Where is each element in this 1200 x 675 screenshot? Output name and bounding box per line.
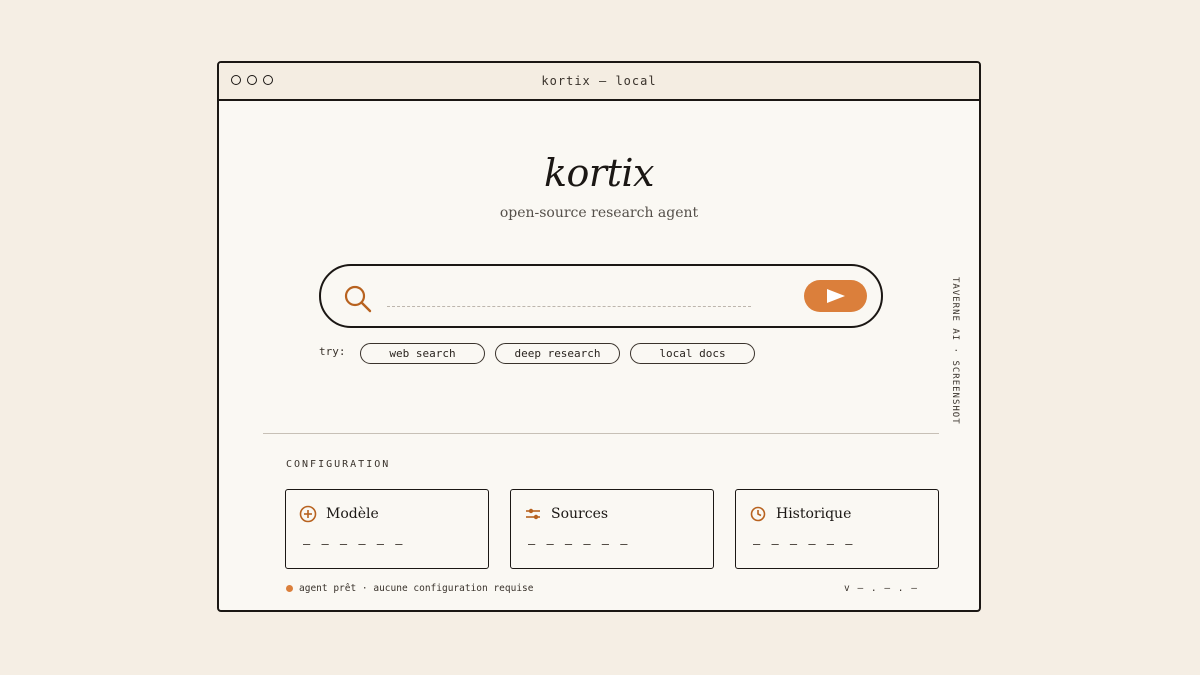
chip-local-docs[interactable]: local docs <box>630 343 755 364</box>
sliders-icon <box>526 508 540 520</box>
card-historique[interactable]: Historique – – – – – – <box>735 489 939 569</box>
send-button[interactable] <box>804 280 867 312</box>
clock-icon <box>750 506 766 522</box>
play-icon <box>826 289 845 303</box>
status-bar: agent prêt · aucune configuration requis… <box>286 583 534 594</box>
search-icon <box>344 285 372 313</box>
section-divider <box>263 433 939 434</box>
status-dot-icon <box>286 585 293 592</box>
window-titlebar: kortix — local <box>219 63 979 101</box>
card-title: Sources <box>551 506 609 522</box>
card-title: Historique <box>776 506 852 522</box>
chip-web-search[interactable]: web search <box>360 343 485 364</box>
window-title: kortix — local <box>541 74 657 88</box>
chip-deep-research[interactable]: deep research <box>495 343 620 364</box>
card-modele[interactable]: Modèle – – – – – – <box>285 489 489 569</box>
plus-circle-icon <box>299 505 317 523</box>
card-value: – – – – – – <box>753 537 855 551</box>
side-caption: TAVERNE AI · SCREENSHOT <box>950 277 960 425</box>
search-bar <box>319 264 883 328</box>
search-input[interactable] <box>387 288 751 307</box>
card-title: Modèle <box>326 506 379 522</box>
card-value: – – – – – – <box>303 537 405 551</box>
status-text: agent prêt · aucune configuration requis… <box>299 583 534 594</box>
version-label: v – . – . – <box>844 583 918 594</box>
card-sources[interactable]: Sources – – – – – – <box>510 489 714 569</box>
suggestions-label: try: <box>319 345 346 358</box>
browser-window: kortix — local kortix open-source resear… <box>217 61 981 612</box>
app-tagline: open-source research agent <box>499 205 699 221</box>
app-logo: kortix <box>544 151 654 195</box>
card-value: – – – – – – <box>528 537 630 551</box>
config-section-title: CONFIGURATION <box>286 459 391 470</box>
